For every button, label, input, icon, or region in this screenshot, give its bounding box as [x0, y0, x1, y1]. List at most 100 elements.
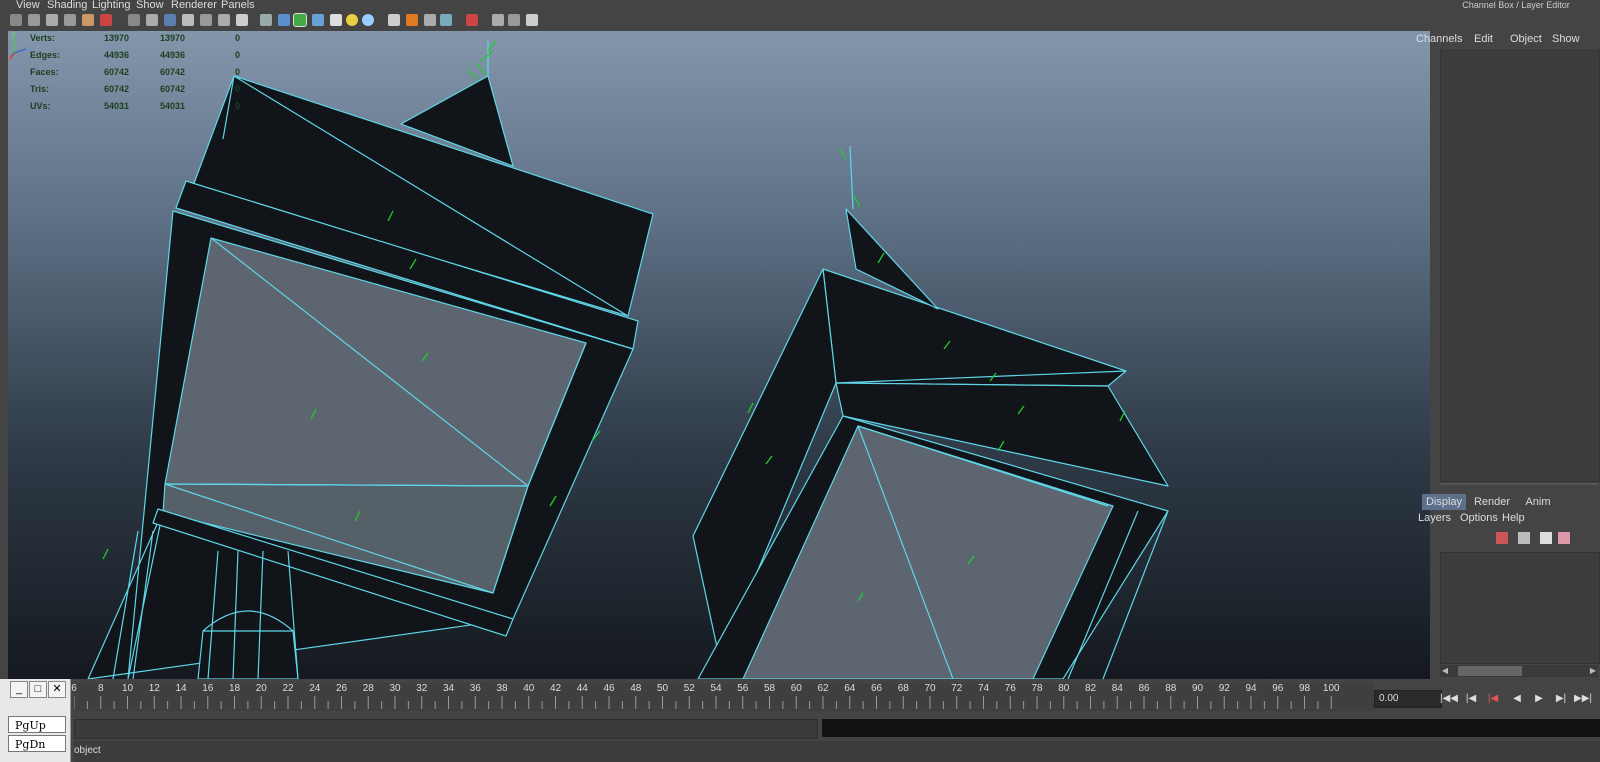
- layer-options-icon[interactable]: [1558, 532, 1570, 544]
- image-plane-icon[interactable]: [64, 14, 76, 26]
- range-slider-row: [74, 717, 1600, 739]
- axis-x-label: x: [8, 56, 12, 61]
- use-all-lights-icon[interactable]: [346, 14, 358, 26]
- range-slider[interactable]: [74, 719, 818, 739]
- help-line-text: object: [74, 745, 101, 756]
- hud-value: 60742: [160, 84, 186, 94]
- menu-lighting[interactable]: Lighting: [92, 0, 131, 11]
- hud-value: 60742: [160, 67, 186, 77]
- wireframe-on-shaded-icon[interactable]: [293, 13, 307, 27]
- go-to-end-icon[interactable]: ▶▶|: [1574, 690, 1592, 708]
- hud-value: 0: [235, 67, 241, 77]
- menu-show[interactable]: Show: [1552, 33, 1580, 45]
- timeline-label: 40: [523, 683, 535, 694]
- camera-attributes-icon[interactable]: [28, 14, 40, 26]
- timeline-label: 58: [763, 683, 776, 694]
- new-layer-icon[interactable]: [1496, 532, 1508, 544]
- motion-blur-icon[interactable]: [406, 14, 418, 26]
- default-material-icon[interactable]: [312, 14, 324, 26]
- menu-options[interactable]: Options: [1460, 512, 1498, 524]
- step-back-key-icon[interactable]: |◀: [1462, 690, 1480, 708]
- depth-of-field-icon[interactable]: [440, 14, 452, 26]
- tab-render[interactable]: Render: [1468, 494, 1516, 510]
- grid-icon[interactable]: [128, 14, 140, 26]
- menu-view[interactable]: View: [16, 0, 40, 11]
- menu-show[interactable]: Show: [136, 0, 164, 11]
- hud-value: 0: [235, 33, 241, 43]
- play-forward-icon[interactable]: ▶: [1530, 690, 1548, 708]
- timeline-label: 62: [817, 683, 829, 694]
- channel-list[interactable]: [1440, 50, 1600, 482]
- layer-scrollbar[interactable]: ◀ ▶: [1440, 665, 1598, 677]
- left-lantern: [87, 41, 654, 679]
- film-gate-icon[interactable]: [146, 14, 158, 26]
- timeline-label: 64: [844, 683, 856, 694]
- hud-row-verts: Verts: 13970 13970 0: [22, 33, 252, 47]
- screen-space-ao-icon[interactable]: [388, 14, 400, 26]
- perspective-viewport[interactable]: Verts: 13970 13970 0 Edges: 44936 44936 …: [8, 31, 1430, 679]
- command-line[interactable]: [822, 719, 1600, 737]
- help-line: object: [74, 741, 1600, 762]
- tab-display[interactable]: Display: [1422, 494, 1466, 510]
- panel-splitter[interactable]: [1440, 483, 1598, 485]
- scroll-thumb[interactable]: [1458, 666, 1522, 676]
- menu-panels[interactable]: Panels: [221, 0, 255, 11]
- select-camera-icon[interactable]: [10, 14, 22, 26]
- step-back-frame-icon[interactable]: |◀: [1484, 690, 1502, 708]
- gate-mask-icon[interactable]: [182, 14, 194, 26]
- playback-controls: |◀◀ |◀ |◀ ◀ ▶ ▶| ▶▶|: [1440, 690, 1600, 708]
- key-pgup[interactable]: PgUp: [8, 716, 66, 733]
- resolution-gate-icon[interactable]: [164, 14, 176, 26]
- menu-edit[interactable]: Edit: [1474, 33, 1493, 45]
- go-to-start-icon[interactable]: |◀◀: [1440, 690, 1458, 708]
- isolate-select-icon[interactable]: [466, 14, 478, 26]
- grease-pencil-icon[interactable]: [100, 14, 112, 26]
- timeline-label: 28: [362, 683, 374, 694]
- xray-components-icon[interactable]: [526, 14, 538, 26]
- hud-row-edges: Edges: 44936 44936 0: [22, 50, 252, 64]
- create-empty-layer-icon[interactable]: [1540, 532, 1552, 544]
- key-pgdn[interactable]: PgDn: [8, 735, 66, 752]
- smooth-shade-icon[interactable]: [278, 14, 290, 26]
- textured-icon[interactable]: [330, 14, 342, 26]
- step-forward-key-icon[interactable]: ▶|: [1552, 690, 1570, 708]
- menu-layers[interactable]: Layers: [1418, 512, 1451, 524]
- minimize-icon[interactable]: _: [10, 681, 28, 698]
- xray-joints-icon[interactable]: [508, 14, 520, 26]
- channel-box-menu: Channels Edit Object Show: [1416, 33, 1600, 49]
- play-backward-icon[interactable]: ◀: [1508, 690, 1526, 708]
- layer-list[interactable]: [1440, 552, 1600, 664]
- safe-action-icon[interactable]: [218, 14, 230, 26]
- current-time-field[interactable]: 0.00: [1374, 690, 1442, 708]
- bookmarks-icon[interactable]: [46, 14, 58, 26]
- wireframe-icon[interactable]: [260, 14, 272, 26]
- xray-icon[interactable]: [492, 14, 504, 26]
- safe-title-icon[interactable]: [236, 14, 248, 26]
- timeline-label: 74: [977, 683, 990, 694]
- on-screen-keyboard: _ □ ✕ PgUp PgDn: [0, 679, 71, 762]
- multisample-aa-icon[interactable]: [424, 14, 436, 26]
- scroll-left-icon[interactable]: ◀: [1440, 665, 1450, 677]
- timeline-label: 48: [630, 683, 642, 694]
- tab-anim[interactable]: Anim: [1518, 494, 1558, 510]
- layer-editor-menu: Layers Options Help: [1418, 512, 1598, 528]
- scroll-right-icon[interactable]: ▶: [1588, 665, 1598, 677]
- hud-value: 13970: [160, 33, 186, 43]
- new-layer-from-selected-icon[interactable]: [1518, 532, 1530, 544]
- two-d-pan-icon[interactable]: [82, 14, 94, 26]
- time-slider[interactable]: 6 8 10 12 14 16 18 20 22 24 26 28 30 32 34 36 38 40 42 44 46…: [71, 683, 1374, 711]
- field-chart-icon[interactable]: [200, 14, 212, 26]
- menu-channels[interactable]: Channels: [1416, 33, 1462, 45]
- shadows-icon[interactable]: [362, 14, 374, 26]
- menu-object[interactable]: Object: [1510, 33, 1542, 45]
- timeline-label: 82: [1084, 683, 1097, 694]
- close-icon[interactable]: ✕: [48, 681, 66, 698]
- menu-shading[interactable]: Shading: [47, 0, 87, 11]
- menu-renderer[interactable]: Renderer: [171, 0, 217, 11]
- maximize-icon[interactable]: □: [29, 681, 47, 698]
- timeline-label: 46: [603, 683, 615, 694]
- timeline-label: 14: [175, 683, 187, 694]
- hud-label: Faces:: [30, 67, 59, 77]
- menu-help[interactable]: Help: [1502, 512, 1525, 524]
- timeline-label: 92: [1218, 683, 1230, 694]
